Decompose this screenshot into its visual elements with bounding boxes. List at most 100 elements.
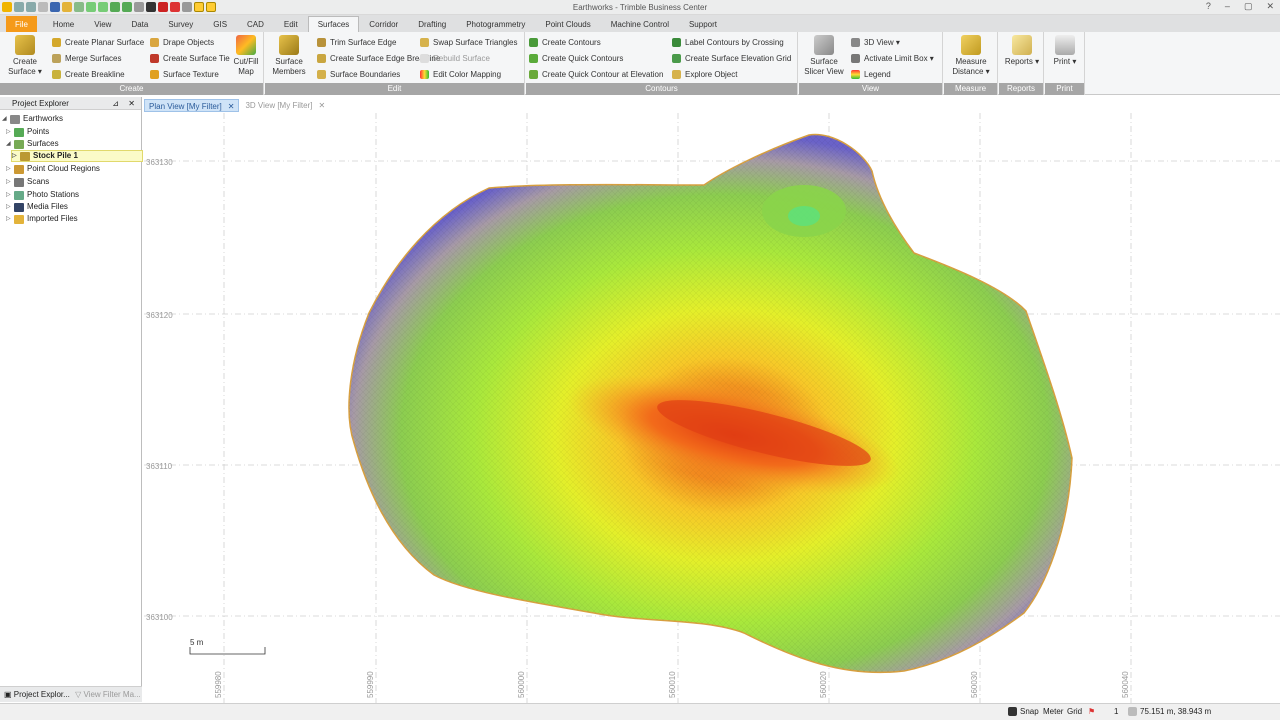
create-breakline-button[interactable]: Create Breakline [52, 68, 125, 80]
tree-item-points[interactable]: ▷ Points [6, 126, 49, 138]
coordinate-system-indicator[interactable]: Grid [1067, 707, 1082, 716]
tab-project-explorer[interactable]: ▣ Project Explor... [0, 687, 71, 702]
surface-members-button[interactable]: Surface Members [271, 35, 307, 77]
rebuild-surface-button[interactable]: Rebuild Surface [420, 52, 490, 64]
surface-slicer-view-button[interactable]: Surface Slicer View [803, 35, 845, 77]
snap-toggle[interactable]: Snap [1008, 707, 1039, 716]
maximize-icon[interactable]: ▢ [1244, 1, 1253, 12]
tab-point-clouds[interactable]: Point Clouds [535, 16, 600, 32]
collapse-icon[interactable]: ◢ [6, 138, 14, 150]
tree-item-stock-pile-1[interactable]: ▷ Stock Pile 1 [11, 150, 143, 162]
create-quick-contours-button[interactable]: Create Quick Contours [529, 52, 623, 64]
tab-drafting[interactable]: Drafting [408, 16, 456, 32]
pin-icon[interactable]: ⊿ [112, 97, 119, 110]
tree-item-scans[interactable]: ▷ Scans [6, 176, 49, 188]
create-surface-tie-button[interactable]: Create Surface Tie [150, 52, 230, 64]
drape-objects-button[interactable]: Drape Objects [150, 36, 214, 48]
surface-members-icon [279, 35, 299, 55]
close-tab-icon[interactable]: ✕ [318, 99, 325, 112]
expand-icon[interactable]: ▷ [6, 176, 14, 188]
view-3d-button[interactable]: 3D View ▾ [851, 36, 900, 48]
panel-close-icon[interactable]: ✕ [128, 97, 135, 110]
ribbon-tabs: File Home View Data Survey GIS CAD Edit … [0, 15, 1280, 32]
tree-item-imported-files[interactable]: ▷ Imported Files [6, 213, 78, 225]
label-contours-button[interactable]: Label Contours by Crossing [672, 36, 784, 48]
tab-support[interactable]: Support [679, 16, 727, 32]
minimize-icon[interactable]: – [1225, 1, 1230, 12]
rebuild-surface-icon [420, 53, 429, 63]
expand-icon[interactable]: ▷ [6, 163, 14, 175]
easting-label: 560030 [970, 671, 979, 698]
create-planar-surface-button[interactable]: Create Planar Surface [52, 36, 144, 48]
cut-fill-map-button[interactable]: Cut/Fill Map [230, 35, 262, 77]
expand-icon[interactable]: ▷ [6, 126, 14, 138]
tab-edit[interactable]: Edit [274, 16, 308, 32]
units-selector[interactable]: Meter [1043, 707, 1063, 716]
create-quick-contours-label: Create Quick Contours [542, 53, 624, 63]
tab-photogrammetry[interactable]: Photogrammetry [456, 16, 535, 32]
tree-item-photo-stations[interactable]: ▷ Photo Stations [6, 189, 79, 201]
tab-plan-view[interactable]: Plan View [My Filter] ✕ [144, 99, 240, 112]
collapse-icon[interactable]: ◢ [2, 113, 10, 125]
measure-distance-button[interactable]: Measure Distance ▾ [948, 35, 994, 77]
tree-item-point-cloud-regions[interactable]: ▷ Point Cloud Regions [6, 163, 100, 175]
tab-3d-view[interactable]: 3D View [My Filter] ✕ [241, 99, 329, 112]
tab-view[interactable]: View [84, 16, 121, 32]
create-quick-contour-at-elevation-button[interactable]: Create Quick Contour at Elevation [529, 68, 663, 80]
tab-cad[interactable]: CAD [237, 16, 274, 32]
tree-item-media-files[interactable]: ▷ Media Files [6, 201, 68, 213]
expand-icon[interactable]: ▷ [6, 189, 14, 201]
tab-data[interactable]: Data [121, 16, 158, 32]
easting-labels: 559980 559990 560000 560010 560020 56003… [214, 671, 1130, 698]
group-contours: Create Contours Create Quick Contours Cr… [526, 32, 798, 95]
explore-object-icon [672, 69, 681, 79]
explore-object-button[interactable]: Explore Object [672, 68, 737, 80]
tab-machine-control[interactable]: Machine Control [601, 16, 679, 32]
tab-corridor[interactable]: Corridor [359, 16, 408, 32]
tab-home[interactable]: Home [43, 16, 84, 32]
tab-view-filter-manager[interactable]: ▽ View Filter Ma... [71, 687, 142, 702]
plan-view-canvas[interactable]: 363130 363120 363110 363100 559980 55999… [144, 113, 1280, 703]
trim-surface-edge-button[interactable]: Trim Surface Edge [317, 36, 396, 48]
swap-surface-triangles-button[interactable]: Swap Surface Triangles [420, 36, 518, 48]
reports-button[interactable]: Reports ▾ [1002, 35, 1042, 67]
print-button[interactable]: Print ▾ [1048, 35, 1082, 67]
cut-fill-map-label: Cut/Fill Map [233, 57, 259, 76]
tab-file[interactable]: File [6, 16, 37, 32]
flag-icon[interactable]: ⚑ [1088, 707, 1095, 716]
surface-texture-button[interactable]: Surface Texture [150, 68, 219, 80]
reports-icon [1012, 35, 1032, 55]
edit-color-mapping-button[interactable]: Edit Color Mapping [420, 68, 501, 80]
planar-surface-icon [52, 37, 61, 47]
scale-bar: 5 m [189, 638, 266, 655]
tree-item-surfaces[interactable]: ◢ Surfaces [6, 138, 59, 150]
trim-surface-edge-icon [317, 37, 326, 47]
surface-boundaries-button[interactable]: Surface Boundaries [317, 68, 400, 80]
tree-item-earthworks[interactable]: ◢ Earthworks [2, 113, 63, 125]
window-title: Earthworks - Trimble Business Center [572, 3, 708, 12]
expand-icon[interactable]: ▷ [6, 201, 14, 213]
surface-texture-label: Surface Texture [163, 69, 219, 79]
help-icon[interactable]: ? [1206, 1, 1211, 12]
close-icon[interactable]: ✕ [1266, 1, 1274, 12]
close-tab-icon[interactable]: ✕ [228, 100, 235, 111]
create-breakline-label: Create Breakline [65, 69, 125, 79]
create-surface-elevation-grid-button[interactable]: Create Surface Elevation Grid [672, 52, 791, 64]
tab-surfaces[interactable]: Surfaces [307, 16, 360, 32]
activate-limit-box-button[interactable]: Activate Limit Box ▾ [851, 52, 934, 64]
merge-surfaces-button[interactable]: Merge Surfaces [52, 52, 121, 64]
tab-survey[interactable]: Survey [158, 16, 203, 32]
create-surface-button[interactable]: Create Surface ▾ [6, 35, 44, 77]
expand-icon[interactable]: ▷ [6, 213, 14, 225]
group-view: Surface Slicer View 3D View ▾ Activate L… [799, 32, 943, 95]
document-tabs: Plan View [My Filter] ✕ 3D View [My Filt… [144, 99, 329, 112]
project-explorer-header: Project Explorer ⊿ ✕ [0, 97, 141, 110]
create-contours-button[interactable]: Create Contours [529, 36, 601, 48]
trim-surface-edge-label: Trim Surface Edge [330, 37, 397, 47]
tab-gis[interactable]: GIS [203, 16, 237, 32]
expand-icon[interactable]: ▷ [12, 150, 20, 162]
cut-fill-map-icon [236, 35, 256, 55]
easting-label: 559990 [366, 671, 375, 698]
status-bar: Snap Meter Grid ⚑ 1 75.151 m, 38.943 m [0, 703, 1280, 720]
legend-button[interactable]: Legend [851, 68, 891, 80]
